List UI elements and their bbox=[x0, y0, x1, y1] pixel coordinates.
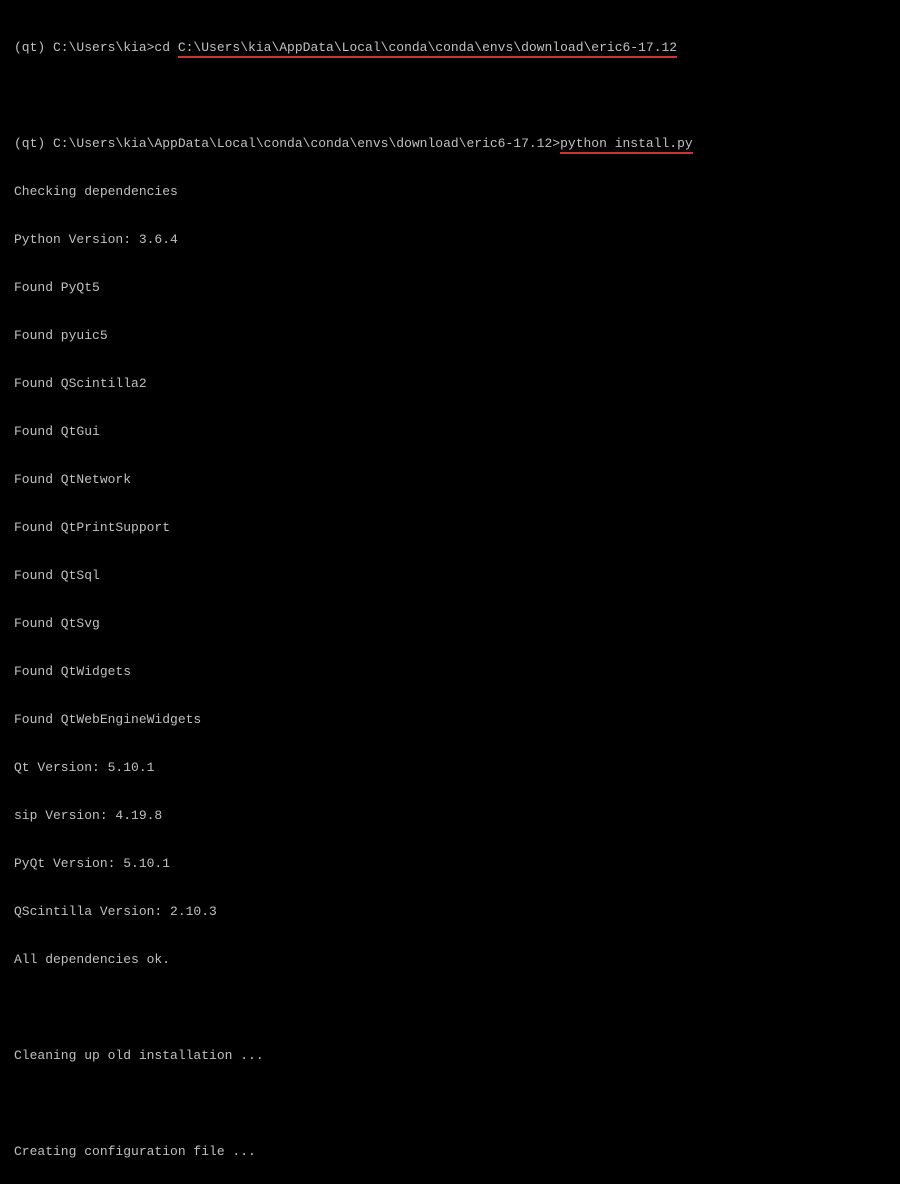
cd-path-highlight: C:\Users\kia\AppData\Local\conda\conda\e… bbox=[178, 40, 677, 58]
output-line: Creating configuration file ... bbox=[14, 1144, 886, 1160]
output-line: Python Version: 3.6.4 bbox=[14, 232, 886, 248]
output-line: Found QtWebEngineWidgets bbox=[14, 712, 886, 728]
blank-line bbox=[14, 88, 886, 104]
blank-line bbox=[14, 1000, 886, 1016]
output-line: Found pyuic5 bbox=[14, 328, 886, 344]
prompt-line-install: (qt) C:\Users\kia\AppData\Local\conda\co… bbox=[14, 136, 886, 152]
output-line: Found QtNetwork bbox=[14, 472, 886, 488]
output-line: Found QtSql bbox=[14, 568, 886, 584]
output-line: Cleaning up old installation ... bbox=[14, 1048, 886, 1064]
prompt-prefix: (qt) C:\Users\kia>cd bbox=[14, 40, 178, 55]
output-line: Found QtSvg bbox=[14, 616, 886, 632]
prompt-line-cd: (qt) C:\Users\kia>cd C:\Users\kia\AppDat… bbox=[14, 40, 886, 56]
output-line: Checking dependencies bbox=[14, 184, 886, 200]
output-line: PyQt Version: 5.10.1 bbox=[14, 856, 886, 872]
output-line: Qt Version: 5.10.1 bbox=[14, 760, 886, 776]
output-line: Found QtGui bbox=[14, 424, 886, 440]
output-line: Found PyQt5 bbox=[14, 280, 886, 296]
blank-line bbox=[14, 1096, 886, 1112]
output-line: QScintilla Version: 2.10.3 bbox=[14, 904, 886, 920]
output-line: All dependencies ok. bbox=[14, 952, 886, 968]
terminal-output[interactable]: (qt) C:\Users\kia>cd C:\Users\kia\AppDat… bbox=[14, 8, 886, 1184]
output-line: Found QtPrintSupport bbox=[14, 520, 886, 536]
install-command-highlight: python install.py bbox=[560, 136, 693, 154]
prompt-prefix: (qt) C:\Users\kia\AppData\Local\conda\co… bbox=[14, 136, 560, 151]
output-line: sip Version: 4.19.8 bbox=[14, 808, 886, 824]
output-line: Found QScintilla2 bbox=[14, 376, 886, 392]
output-line: Found QtWidgets bbox=[14, 664, 886, 680]
